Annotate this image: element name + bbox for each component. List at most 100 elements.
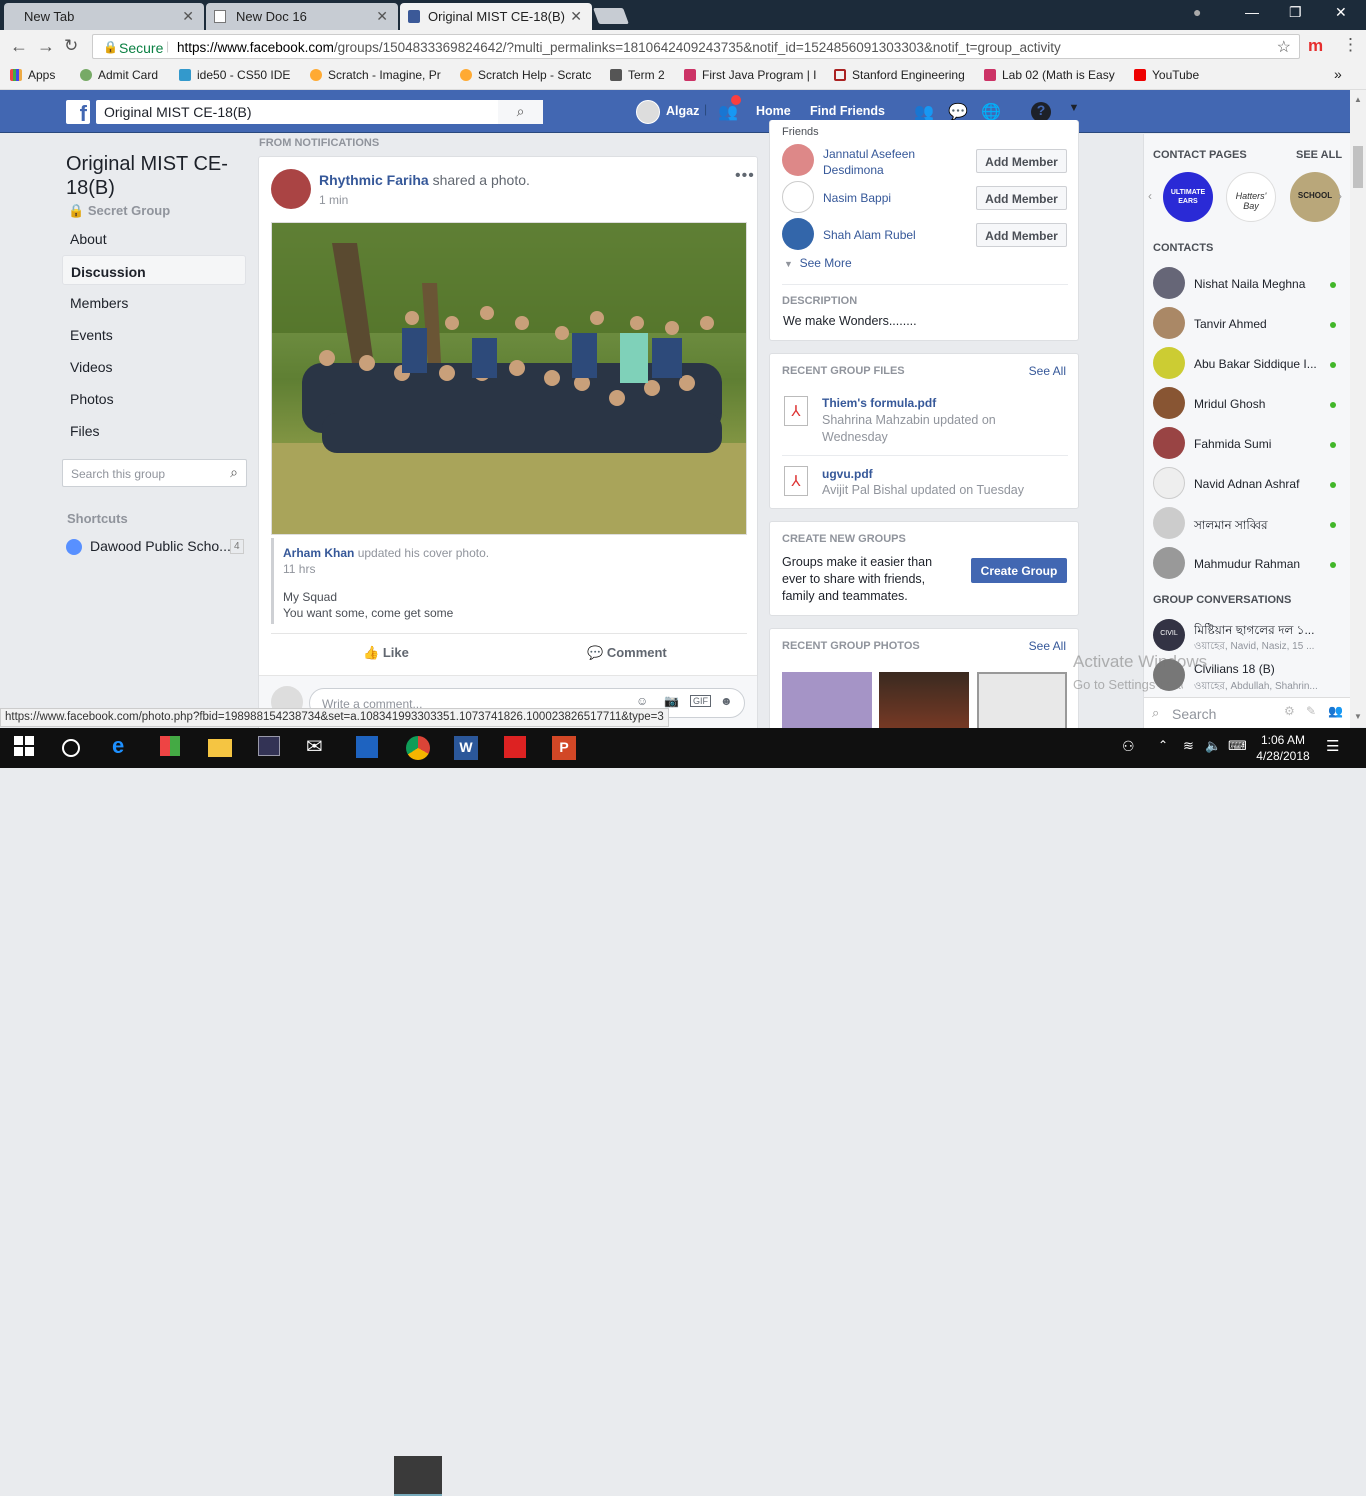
bookmark-stanford[interactable]: Stanford Engineering bbox=[834, 68, 965, 82]
scrollbar-thumb[interactable] bbox=[1353, 146, 1363, 188]
add-member-button[interactable]: Add Member bbox=[976, 223, 1067, 247]
suggestion-name[interactable]: Jannatul Asefeen Desdimona bbox=[823, 146, 933, 178]
file-explorer-icon[interactable] bbox=[208, 739, 232, 757]
maximize-button[interactable]: ❐ bbox=[1289, 4, 1302, 21]
add-friends-icon[interactable]: 👥 bbox=[1328, 704, 1343, 718]
emoji-icon[interactable]: ☺ bbox=[636, 694, 648, 708]
avatar[interactable] bbox=[271, 169, 311, 209]
cortana-icon[interactable] bbox=[62, 739, 80, 757]
facebook-search-input[interactable]: Original MIST CE-18(B) bbox=[96, 100, 542, 124]
mail-icon[interactable]: ✉ bbox=[306, 734, 330, 758]
tab-original-mist[interactable]: Original MIST CE-18(B) ✕ bbox=[400, 3, 592, 30]
facebook-logo-icon[interactable]: f bbox=[66, 100, 90, 126]
avatar[interactable] bbox=[636, 100, 660, 124]
scroll-down-icon[interactable]: ▼ bbox=[1354, 712, 1362, 721]
group-nav-events[interactable]: Events bbox=[62, 319, 246, 349]
bookmark-scratch-help[interactable]: Scratch Help - Scratc bbox=[460, 68, 591, 82]
address-bar[interactable]: 🔒 Secure | https://www.facebook.com/grou… bbox=[92, 34, 1300, 59]
bookmark-ide50[interactable]: ide50 - CS50 IDE bbox=[179, 68, 290, 82]
help-icon[interactable]: ? bbox=[1031, 102, 1051, 122]
chevron-left-icon[interactable]: ‹ bbox=[1148, 189, 1152, 203]
group-nav-files[interactable]: Files bbox=[62, 415, 246, 445]
friends-icon[interactable]: 👥 bbox=[914, 102, 934, 122]
gif-icon[interactable]: GIF bbox=[690, 695, 711, 707]
extension-m-icon[interactable]: m bbox=[1308, 36, 1323, 56]
search-icon[interactable]: ⌕ bbox=[498, 100, 543, 124]
close-icon[interactable]: ✕ bbox=[570, 8, 582, 25]
close-icon[interactable]: ✕ bbox=[182, 8, 194, 25]
minimize-button[interactable]: — bbox=[1245, 4, 1259, 20]
word-icon[interactable]: W bbox=[454, 736, 478, 760]
avatar[interactable] bbox=[1153, 267, 1185, 299]
tab-new-tab[interactable]: New Tab ✕ bbox=[4, 3, 204, 30]
scroll-up-icon[interactable]: ▲ bbox=[1354, 95, 1362, 104]
defender-icon[interactable] bbox=[356, 736, 378, 758]
chat-search-bar[interactable]: ⌕ Search ⚙ ✎ 👥 bbox=[1144, 697, 1350, 728]
sticker-icon[interactable]: ☻ bbox=[720, 694, 733, 708]
avatar[interactable] bbox=[1153, 427, 1185, 459]
contact-page-avatar[interactable]: SCHOOL bbox=[1290, 172, 1340, 222]
contact-name[interactable]: Abu Bakar Siddique I... bbox=[1194, 357, 1317, 371]
menu-kebab-icon[interactable]: ⋮ bbox=[1342, 35, 1359, 55]
edge-icon[interactable]: e bbox=[112, 733, 136, 758]
create-group-button[interactable]: Create Group bbox=[971, 558, 1067, 583]
avatar[interactable] bbox=[1153, 547, 1185, 579]
contact-name[interactable]: সালমান সাব্বির bbox=[1194, 517, 1268, 537]
bookmark-first-java[interactable]: First Java Program | I bbox=[684, 68, 816, 82]
messenger-icon[interactable]: 💬 bbox=[948, 102, 968, 122]
group-title[interactable]: Original MIST CE-18(B) bbox=[66, 152, 246, 200]
bookmark-star-icon[interactable]: ☆ bbox=[1277, 37, 1291, 57]
avatar[interactable] bbox=[1153, 347, 1185, 379]
add-member-button[interactable]: Add Member bbox=[976, 186, 1067, 210]
chrome-icon[interactable] bbox=[406, 736, 430, 760]
see-all-files-link[interactable]: See All bbox=[1029, 364, 1066, 378]
see-all-photos-link[interactable]: See All bbox=[1029, 639, 1066, 653]
group-nav-discussion[interactable]: Discussion bbox=[62, 255, 246, 285]
avatar[interactable] bbox=[1153, 307, 1185, 339]
bookmark-apps[interactable]: Apps bbox=[10, 68, 55, 82]
avatar[interactable] bbox=[1153, 467, 1185, 499]
suggestion-name[interactable]: Shah Alam Rubel bbox=[823, 228, 916, 242]
avatar[interactable] bbox=[1153, 387, 1185, 419]
photo-thumbnail[interactable] bbox=[977, 672, 1067, 732]
group-nav-about[interactable]: About bbox=[62, 223, 246, 253]
contact-name[interactable]: Fahmida Sumi bbox=[1194, 437, 1271, 451]
search-icon[interactable]: ⌕ bbox=[230, 464, 238, 481]
volume-icon[interactable]: 🔈 bbox=[1205, 738, 1221, 754]
url-text[interactable]: https://www.facebook.com/groups/15048333… bbox=[177, 40, 1061, 55]
forward-arrow-icon[interactable]: → bbox=[37, 36, 55, 57]
back-arrow-icon[interactable]: ← bbox=[10, 36, 28, 57]
more-options-icon[interactable]: ••• bbox=[735, 167, 755, 185]
profile-icon[interactable]: ● bbox=[1193, 4, 1201, 20]
reload-icon[interactable]: ↻ bbox=[64, 36, 78, 56]
file-name[interactable]: ugvu.pdf bbox=[822, 467, 873, 481]
powerpoint-icon[interactable]: P bbox=[552, 736, 576, 760]
bookmark-youtube[interactable]: YouTube bbox=[1134, 68, 1199, 82]
store-icon[interactable] bbox=[160, 736, 180, 756]
group-search-input[interactable]: Search this group ⌕ bbox=[62, 459, 247, 487]
camera-icon[interactable]: 📷 bbox=[664, 694, 679, 708]
wifi-icon[interactable]: ≋ bbox=[1183, 738, 1194, 754]
like-button[interactable]: 👍 Like bbox=[363, 645, 409, 661]
people-icon[interactable]: ⚇ bbox=[1122, 738, 1135, 755]
clock-date[interactable]: 4/28/2018 bbox=[1251, 749, 1315, 763]
add-member-button[interactable]: Add Member bbox=[976, 149, 1067, 173]
contact-name[interactable]: Nishat Naila Meghna bbox=[1194, 277, 1305, 291]
shared-photo[interactable] bbox=[271, 222, 747, 535]
avatar[interactable] bbox=[782, 218, 814, 250]
contact-name[interactable]: Tanvir Ahmed bbox=[1194, 317, 1267, 331]
group-nav-videos[interactable]: Videos bbox=[62, 351, 246, 381]
bookmark-scratch[interactable]: Scratch - Imagine, Pr bbox=[310, 68, 441, 82]
find-friends-link[interactable]: Find Friends bbox=[810, 104, 885, 118]
friend-requests-icon[interactable]: 👥 bbox=[718, 102, 738, 122]
tab-new-doc[interactable]: New Doc 16 ✕ bbox=[206, 3, 398, 30]
avatar[interactable] bbox=[782, 181, 814, 213]
orig-timestamp[interactable]: 11 hrs bbox=[283, 562, 315, 576]
bookmark-admit-card[interactable]: Admit Card bbox=[80, 68, 158, 82]
globe-icon[interactable]: 🌐 bbox=[981, 102, 1001, 122]
more-bookmarks-icon[interactable]: » bbox=[1334, 66, 1342, 82]
notification-center-icon[interactable]: ☰ bbox=[1326, 737, 1339, 755]
orig-author-link[interactable]: Arham Khan bbox=[283, 546, 354, 560]
group-nav-photos[interactable]: Photos bbox=[62, 383, 246, 413]
suggestion-name[interactable]: Nasim Bappi bbox=[823, 191, 891, 205]
